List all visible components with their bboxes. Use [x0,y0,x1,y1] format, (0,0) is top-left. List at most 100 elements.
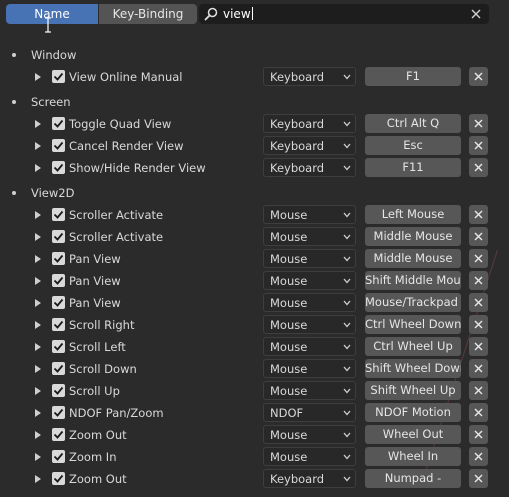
input-type-dropdown[interactable]: Keyboard [263,67,356,86]
remove-item-button[interactable] [469,359,488,378]
input-type-dropdown[interactable]: Mouse [263,359,356,378]
remove-item-button[interactable] [469,67,488,86]
input-type-dropdown[interactable]: NDOF [263,403,356,422]
input-type-dropdown[interactable]: Mouse [263,381,356,400]
expand-triangle-icon[interactable] [35,73,41,81]
expand-triangle-icon[interactable] [35,321,41,329]
input-type-value: Mouse [270,318,308,332]
input-type-dropdown[interactable]: Mouse [263,315,356,334]
remove-item-button[interactable] [469,249,488,268]
input-type-dropdown[interactable]: Mouse [263,205,356,224]
expand-triangle-icon[interactable] [35,255,41,263]
remove-item-button[interactable] [469,469,488,488]
remove-item-button[interactable] [469,114,488,133]
key-binding-button[interactable]: Ctrl Wheel Down [365,315,461,334]
keymap-item-row: Zoom Out Mouse Wheel Out [0,424,509,446]
enabled-checkbox[interactable] [52,230,65,243]
expand-triangle-icon[interactable] [35,343,41,351]
filter-by-name-tab[interactable]: Name [6,4,98,24]
remove-item-button[interactable] [469,158,488,177]
remove-item-button[interactable] [469,315,488,334]
enabled-checkbox[interactable] [52,450,65,463]
enabled-checkbox[interactable] [52,252,65,265]
enabled-checkbox[interactable] [52,340,65,353]
enabled-checkbox[interactable] [52,362,65,375]
expand-triangle-icon[interactable] [35,120,41,128]
expand-triangle-icon[interactable] [35,387,41,395]
input-type-dropdown[interactable]: Mouse [263,249,356,268]
input-type-dropdown[interactable]: Mouse [263,447,356,466]
key-binding-button[interactable]: Middle Mouse [365,227,461,246]
expand-triangle-icon[interactable] [35,365,41,373]
input-type-dropdown[interactable]: Mouse [263,425,356,444]
enabled-checkbox[interactable] [52,161,65,174]
input-type-dropdown[interactable]: Keyboard [263,158,356,177]
key-binding-button[interactable]: NDOF Motion [365,403,461,422]
expand-triangle-icon[interactable] [35,211,41,219]
enabled-checkbox[interactable] [52,406,65,419]
remove-item-button[interactable] [469,293,488,312]
key-binding-button[interactable]: Shift Wheel Up [365,381,461,400]
expand-triangle-icon[interactable] [35,299,41,307]
expand-triangle-icon[interactable] [35,164,41,172]
remove-item-button[interactable] [469,403,488,422]
expand-triangle-icon[interactable] [35,409,41,417]
enabled-checkbox[interactable] [52,318,65,331]
enabled-checkbox[interactable] [52,139,65,152]
remove-item-button[interactable] [469,205,488,224]
key-binding-button[interactable]: Esc [365,136,461,155]
remove-item-button[interactable] [469,227,488,246]
chevron-down-icon [343,143,351,149]
expand-triangle-icon[interactable] [35,142,41,150]
enabled-checkbox[interactable] [52,274,65,287]
expand-triangle-icon[interactable] [35,475,41,483]
clear-search-icon[interactable] [469,7,483,21]
category-label: View2D [31,186,75,200]
enabled-checkbox[interactable] [52,117,65,130]
key-binding-button[interactable]: Numpad - [365,469,461,488]
operator-label: Scroll Right [69,318,135,332]
key-binding-button[interactable]: Wheel In [365,447,461,466]
remove-item-button[interactable] [469,136,488,155]
key-binding-button[interactable]: Ctrl Alt Q [365,114,461,133]
key-binding-button[interactable]: Left Mouse [365,205,461,224]
key-binding-button[interactable]: F1 [365,67,461,86]
key-binding-button[interactable]: Wheel Out [365,425,461,444]
key-binding-button[interactable]: Mouse/Trackpad ... [365,293,461,312]
remove-item-button[interactable] [469,337,488,356]
enabled-checkbox[interactable] [52,384,65,397]
key-binding-button[interactable]: Ctrl Wheel Up [365,337,461,356]
input-type-dropdown[interactable]: Mouse [263,337,356,356]
key-binding-button[interactable]: Shift Middle Mouse [365,271,461,290]
enabled-checkbox[interactable] [52,70,65,83]
search-input[interactable]: view [223,4,253,24]
chevron-down-icon [343,256,351,262]
remove-item-button[interactable] [469,271,488,290]
input-type-value: Mouse [270,230,308,244]
key-binding-button[interactable]: Shift Wheel Down [365,359,461,378]
input-type-dropdown[interactable]: Keyboard [263,114,356,133]
expand-triangle-icon[interactable] [35,431,41,439]
remove-item-button[interactable] [469,381,488,400]
expand-triangle-icon[interactable] [35,453,41,461]
input-type-dropdown[interactable]: Mouse [263,293,356,312]
enabled-checkbox[interactable] [52,296,65,309]
expand-triangle-icon[interactable] [35,233,41,241]
enabled-checkbox[interactable] [52,428,65,441]
input-type-dropdown[interactable]: Mouse [263,227,356,246]
chevron-down-icon [343,322,351,328]
key-binding-button[interactable]: F11 [365,158,461,177]
close-icon [474,408,483,417]
enabled-checkbox[interactable] [52,208,65,221]
input-type-dropdown[interactable]: Mouse [263,271,356,290]
input-type-dropdown[interactable]: Keyboard [263,469,356,488]
key-binding-button[interactable]: Middle Mouse [365,249,461,268]
search-field[interactable]: view [199,4,489,24]
close-icon [474,232,483,241]
expand-triangle-icon[interactable] [35,277,41,285]
input-type-dropdown[interactable]: Keyboard [263,136,356,155]
remove-item-button[interactable] [469,447,488,466]
enabled-checkbox[interactable] [52,472,65,485]
remove-item-button[interactable] [469,425,488,444]
filter-by-keybinding-tab[interactable]: Key-Binding [99,4,197,24]
